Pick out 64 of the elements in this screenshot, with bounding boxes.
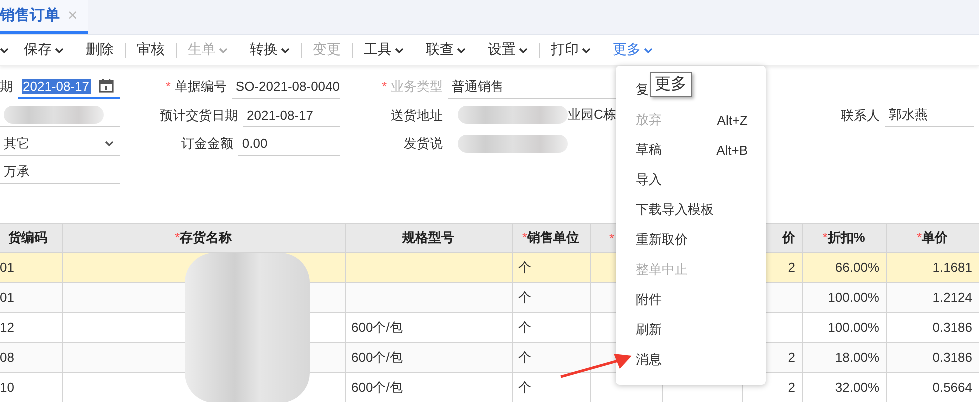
toolbar-button[interactable]: 打印 <box>540 41 602 59</box>
input-field[interactable]: 业园C栋 <box>448 104 620 128</box>
field-label: 联系人 <box>841 108 880 123</box>
toolbar-button[interactable]: 保存 <box>13 41 75 59</box>
field-label: 送货地址 <box>391 108 443 123</box>
field-label: 发货说 <box>404 136 443 152</box>
shortcut-label: Alt+Z <box>717 112 748 128</box>
toolbar-button[interactable]: 转换 <box>239 41 301 59</box>
menu-item[interactable]: 复 <box>636 81 649 99</box>
table-cell: 个 <box>512 252 590 282</box>
column-header: *单价 <box>886 224 979 252</box>
table-cell: 600个/包 <box>345 342 512 372</box>
tooltip: 更多 <box>650 72 692 97</box>
chevron-down-icon[interactable] <box>55 48 64 54</box>
input-field[interactable]: 万承 <box>0 161 120 184</box>
column-header: *销售单位 <box>512 224 590 252</box>
field-label: 单据编号 <box>174 79 227 94</box>
chevron-down-icon[interactable] <box>0 48 9 54</box>
required-mark: * <box>382 79 387 94</box>
input-field[interactable]: 郭水燕 <box>885 104 974 128</box>
table-cell: 66.00% <box>802 252 886 282</box>
table-cell: 08 <box>0 342 62 372</box>
toolbar-button[interactable]: 设置 <box>477 41 539 59</box>
column-header: 规格型号 <box>345 224 512 252</box>
table-cell: 1.2124 <box>886 282 979 312</box>
table-cell: 0.3186 <box>886 342 979 372</box>
chevron-down-icon[interactable] <box>582 48 591 54</box>
toolbar-button[interactable]: 工具 <box>353 41 415 59</box>
field-label: 订金金额 <box>181 136 234 152</box>
chevron-down-icon[interactable] <box>395 48 404 54</box>
dropdown-field[interactable]: 其它 <box>0 132 120 156</box>
date-field[interactable]: 2021-08-17 <box>18 76 120 99</box>
toolbar-button[interactable]: 审核 <box>126 41 176 59</box>
table-cell: 01 <box>0 252 62 282</box>
column-header: 货编码 <box>0 224 62 252</box>
menu-item[interactable]: 下载导入模板 <box>636 201 714 219</box>
column-header: *存货名称 <box>62 224 345 252</box>
input-field[interactable]: SO-2021-08-0040 <box>232 76 340 99</box>
required-mark: * <box>166 79 171 94</box>
table-cell: 18.00% <box>802 342 886 372</box>
table-cell: 1.1681 <box>886 252 979 282</box>
chevron-down-icon[interactable] <box>281 48 290 54</box>
column-header: *折扣% <box>802 224 886 252</box>
chevron-down-icon[interactable] <box>519 48 528 54</box>
table-cell: 个 <box>512 342 590 372</box>
table-cell: 100.00% <box>802 282 886 312</box>
toolbar-button[interactable]: 删除 <box>75 41 125 59</box>
toolbar-button[interactable]: 更多 <box>602 41 664 59</box>
chevron-down-icon[interactable] <box>105 140 114 147</box>
field-label: 业务类型 <box>391 79 443 94</box>
menu-item[interactable]: 导入 <box>636 171 662 189</box>
calendar-icon[interactable] <box>99 79 114 94</box>
table-cell: 个 <box>512 282 590 312</box>
input-field[interactable]: 0.00 <box>238 132 340 156</box>
chevron-down-icon[interactable] <box>457 48 466 54</box>
table-cell: 10 <box>0 372 62 402</box>
input-field[interactable]: 2021-08-17 <box>243 104 340 128</box>
arrow-annotation <box>560 354 632 378</box>
shortcut-label: Alt+B <box>716 142 748 158</box>
menu-item[interactable]: 草稿 <box>636 141 662 159</box>
field-label: 预计交货日期 <box>160 108 238 123</box>
field-label: 期 <box>0 79 13 94</box>
table-cell: 01 <box>0 282 62 312</box>
toolbar-button[interactable]: 联查 <box>415 41 477 59</box>
